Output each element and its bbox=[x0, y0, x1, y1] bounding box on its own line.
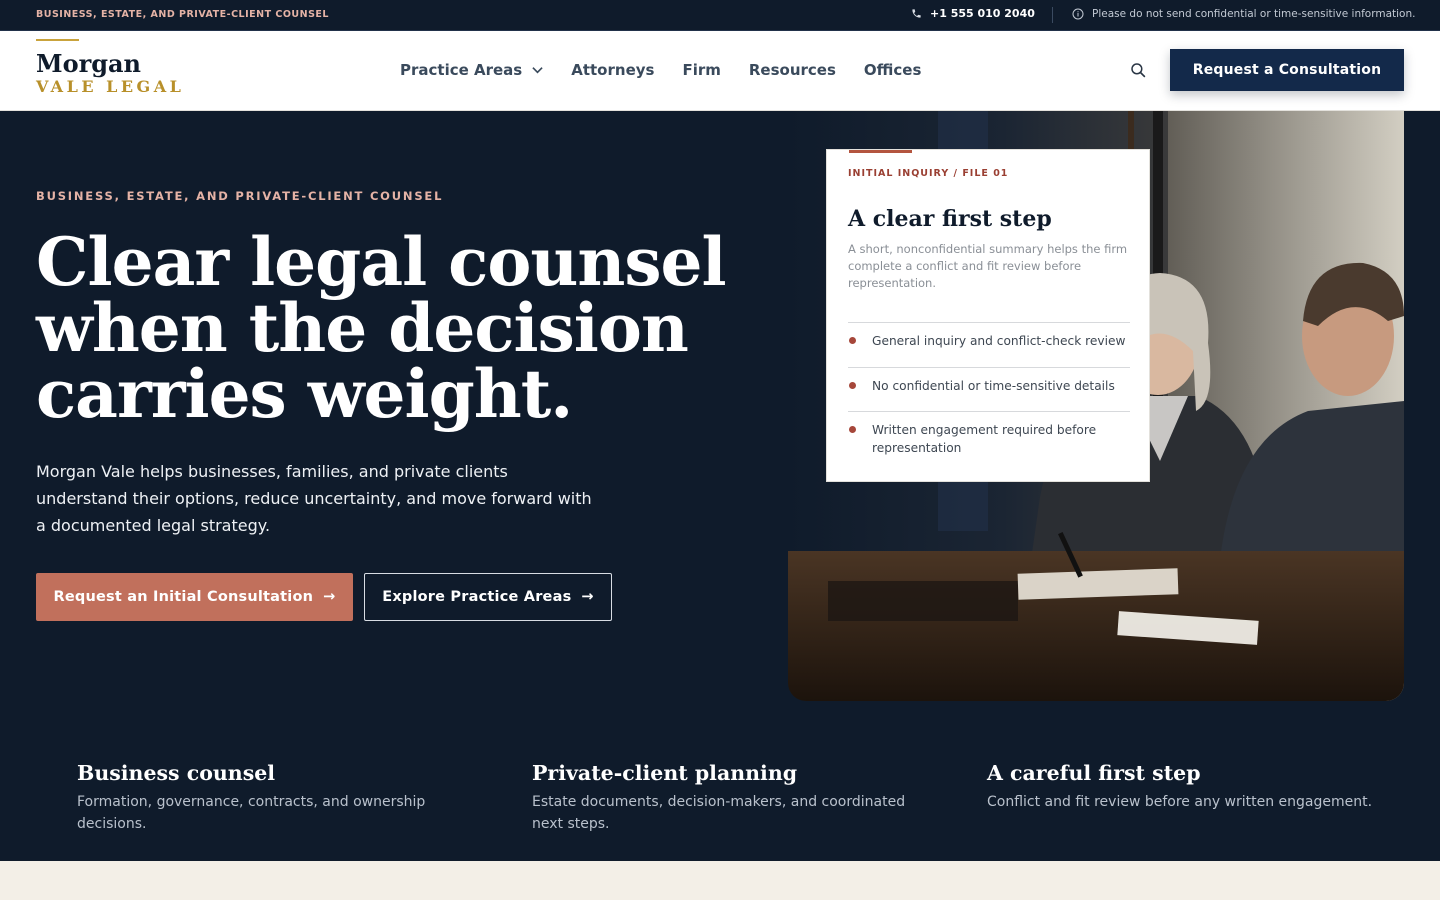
feature-title: A careful first step bbox=[987, 761, 1201, 785]
phone-number: +1 555 010 2040 bbox=[930, 7, 1035, 20]
list-item-text: General inquiry and conflict-check revie… bbox=[872, 334, 1126, 348]
card-checklist: General inquiry and conflict-check revie… bbox=[848, 322, 1130, 467]
inquiry-card: INITIAL INQUIRY / FILE 01 A clear first … bbox=[826, 149, 1150, 482]
list-item: Written engagement required before repre… bbox=[848, 411, 1130, 467]
feature-business-counsel: Business counsel Formation, governance, … bbox=[77, 761, 477, 835]
main-nav: Practice Areas Attorneys Firm Resources … bbox=[400, 61, 949, 79]
search-button[interactable] bbox=[1129, 61, 1147, 79]
feature-title: Private-client planning bbox=[532, 761, 798, 785]
feature-careful-first-step: A careful first step Conflict and fit re… bbox=[987, 761, 1387, 813]
logo-rule bbox=[36, 39, 79, 41]
nav-item-resources[interactable]: Resources bbox=[749, 61, 836, 79]
nav-item-attorneys[interactable]: Attorneys bbox=[571, 61, 654, 79]
logo[interactable]: Morgan VALE LEGAL bbox=[36, 39, 184, 97]
hero-lead: Morgan Vale helps businesses, families, … bbox=[36, 462, 592, 535]
bullet-icon bbox=[849, 337, 856, 344]
site-header: Morgan VALE LEGAL Practice Areas Attorne… bbox=[0, 31, 1440, 111]
initial-consultation-button[interactable]: Request an Initial Consultation → bbox=[36, 573, 353, 621]
confidentiality-notice: Please do not send confidential or time-… bbox=[1072, 8, 1415, 20]
bullet-icon bbox=[849, 426, 856, 433]
feature-private-client-planning: Private-client planning Estate documents… bbox=[532, 761, 932, 835]
utility-tagline: BUSINESS, ESTATE, AND PRIVATE-CLIENT COU… bbox=[36, 9, 329, 20]
card-label: INITIAL INQUIRY / FILE 01 bbox=[848, 168, 1009, 179]
notice-text: Please do not send confidential or time-… bbox=[1092, 8, 1416, 20]
hero-section: BUSINESS, ESTATE, AND PRIVATE-CLIENT COU… bbox=[0, 111, 1440, 861]
list-item: No confidential or time-sensitive detail… bbox=[848, 367, 1130, 411]
feature-description: Estate documents, decision-makers, and c… bbox=[532, 794, 906, 832]
arrow-right-icon: → bbox=[581, 589, 594, 605]
bullet-icon bbox=[849, 382, 856, 389]
phone-icon bbox=[912, 9, 921, 18]
feature-title: Business counsel bbox=[77, 761, 276, 785]
explore-practice-areas-button[interactable]: Explore Practice Areas → bbox=[364, 573, 612, 621]
logo-subname: VALE LEGAL bbox=[36, 77, 185, 96]
hero-headline: Clear legal counsel when the decision ca… bbox=[36, 229, 736, 427]
feature-description: Formation, governance, contracts, and ow… bbox=[77, 794, 426, 832]
request-consultation-button[interactable]: Request a Consultation bbox=[1170, 49, 1404, 91]
utility-divider bbox=[1052, 7, 1053, 23]
nav-item-practice-areas[interactable]: Practice Areas bbox=[400, 61, 543, 79]
list-item-text: No confidential or time-sensitive detail… bbox=[872, 379, 1115, 393]
card-accent bbox=[849, 150, 912, 153]
list-item: General inquiry and conflict-check revie… bbox=[848, 322, 1130, 367]
nav-item-offices[interactable]: Offices bbox=[864, 61, 921, 79]
arrow-right-icon: → bbox=[323, 589, 336, 605]
search-icon bbox=[1131, 63, 1146, 78]
logo-name: Morgan bbox=[36, 49, 141, 78]
phone-link[interactable]: +1 555 010 2040 bbox=[911, 7, 1035, 20]
card-summary: A short, nonconfidential summary helps t… bbox=[848, 242, 1128, 290]
explore-practice-areas-label: Explore Practice Areas bbox=[382, 589, 572, 605]
hero-eyebrow: BUSINESS, ESTATE, AND PRIVATE-CLIENT COU… bbox=[36, 189, 444, 203]
utility-bar: BUSINESS, ESTATE, AND PRIVATE-CLIENT COU… bbox=[0, 0, 1440, 31]
card-title: A clear first step bbox=[848, 206, 1052, 232]
chevron-down-icon bbox=[532, 67, 543, 74]
nav-item-label: Practice Areas bbox=[400, 61, 523, 79]
list-item-text: Written engagement required before repre… bbox=[872, 423, 1097, 455]
initial-consultation-label: Request an Initial Consultation bbox=[53, 589, 314, 605]
nav-item-firm[interactable]: Firm bbox=[682, 61, 720, 79]
info-icon bbox=[1072, 8, 1084, 20]
headline-line-3: carries weight. bbox=[36, 355, 573, 433]
feature-description: Conflict and fit review before any writt… bbox=[987, 794, 1373, 810]
